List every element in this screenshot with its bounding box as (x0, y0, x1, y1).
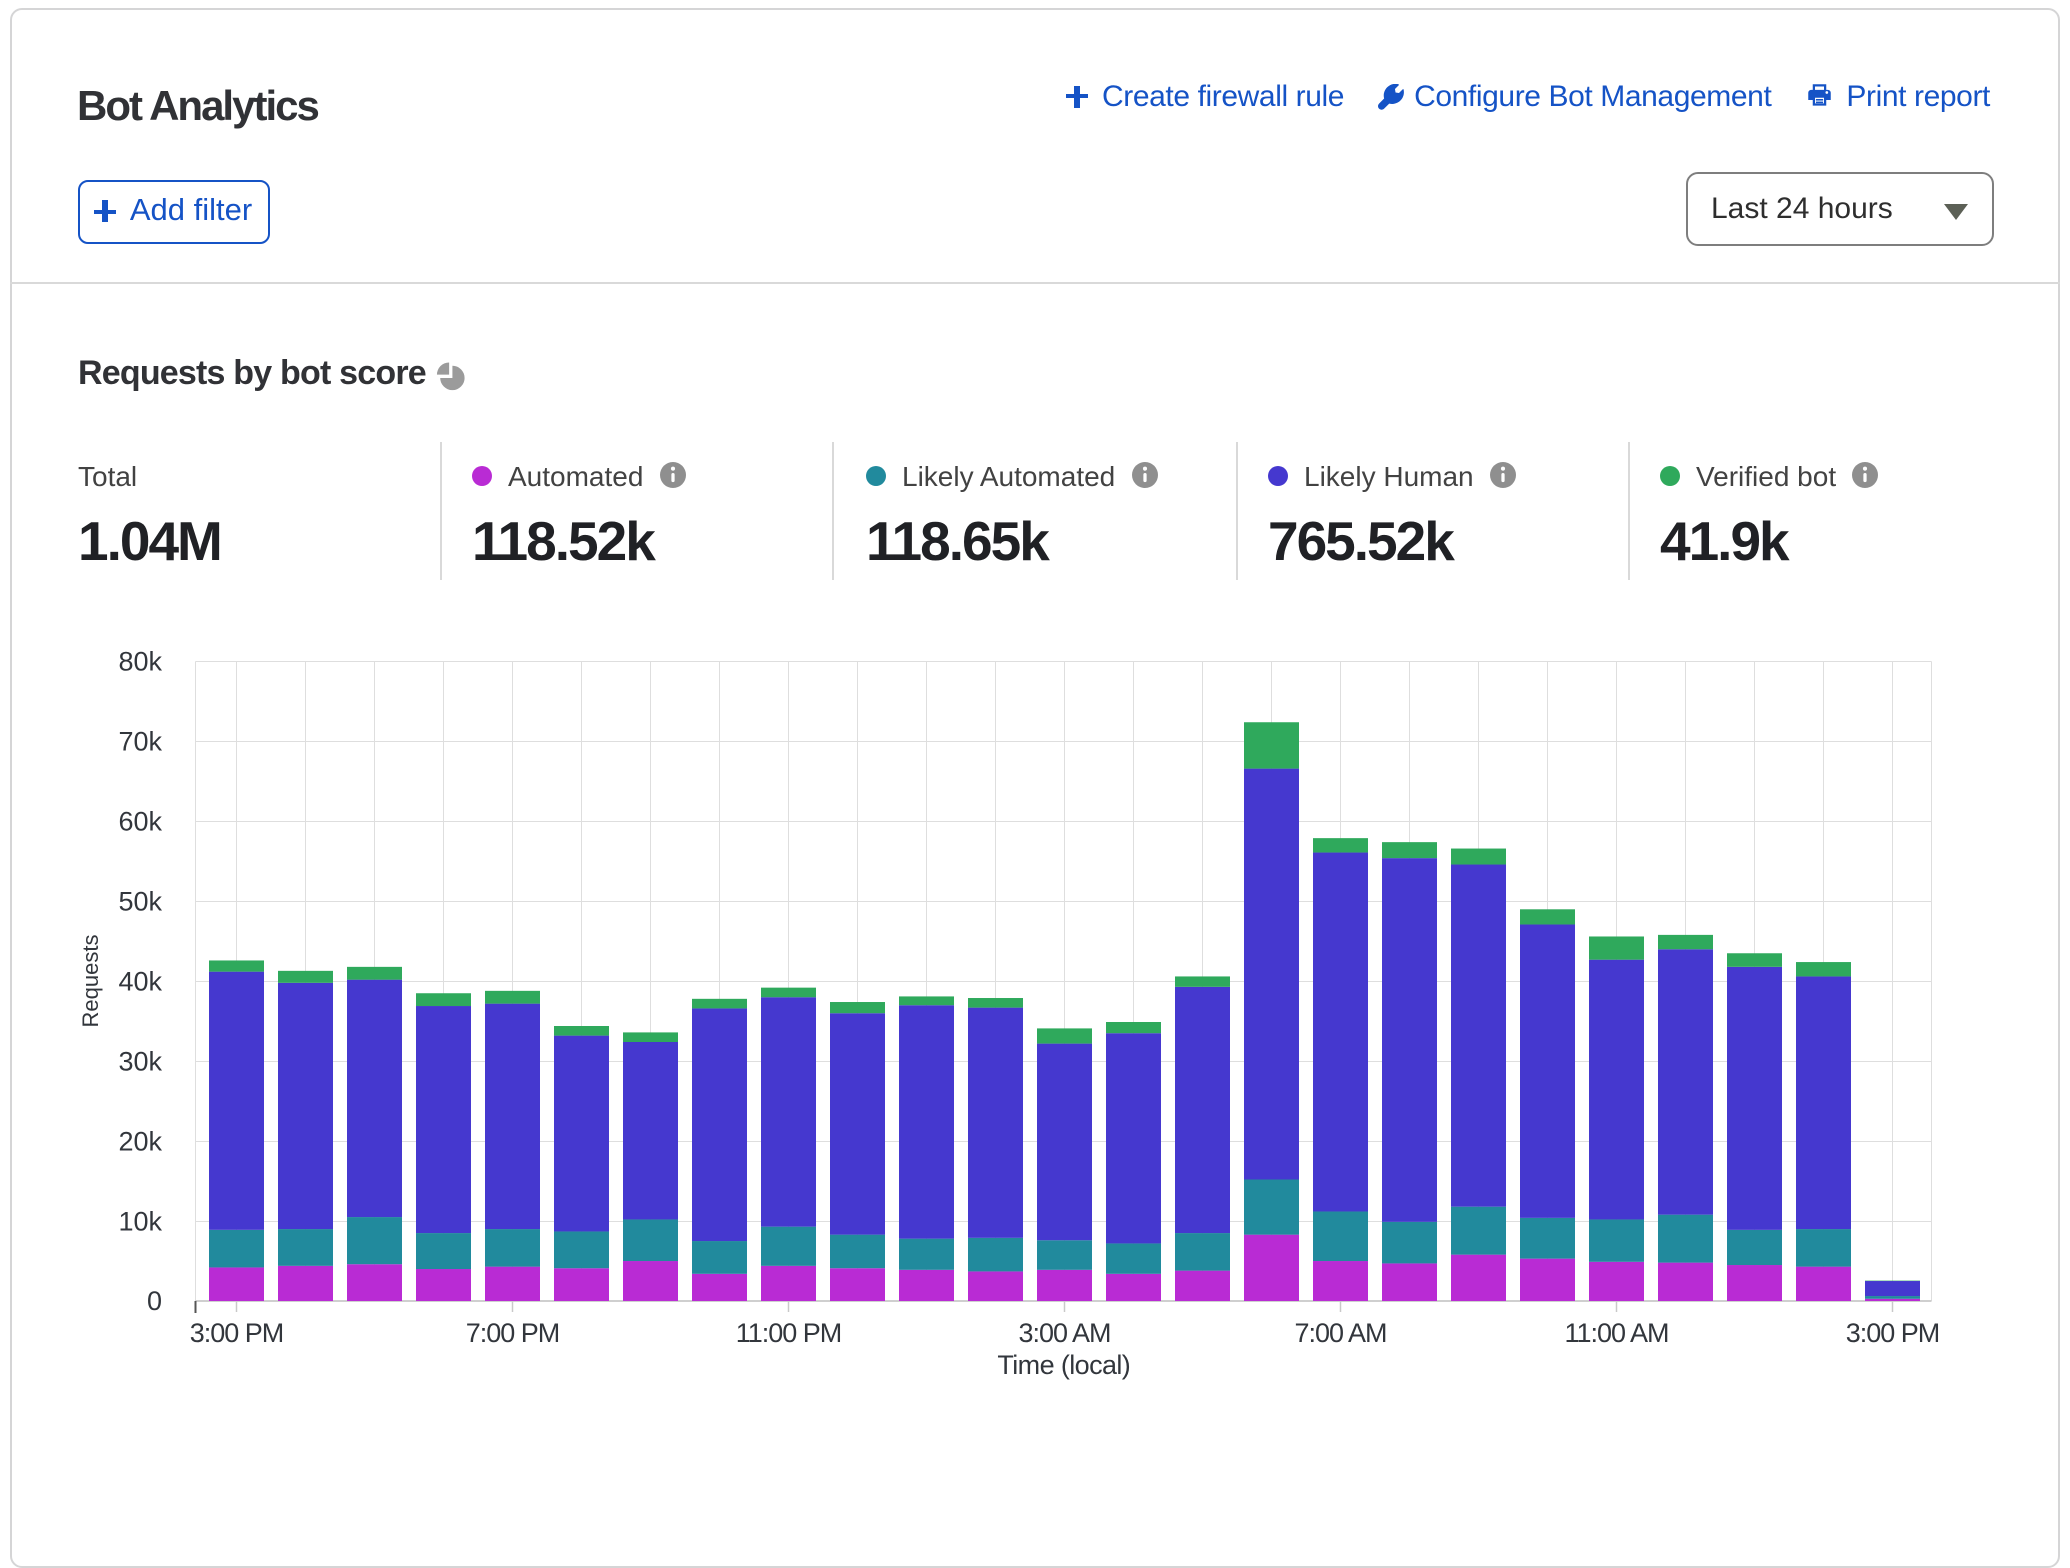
svg-text:0: 0 (147, 1286, 162, 1316)
svg-text:10k: 10k (118, 1206, 162, 1236)
svg-text:30k: 30k (118, 1046, 162, 1076)
svg-text:Time (local): Time (local) (997, 1350, 1130, 1380)
svg-text:Requests: Requests (78, 935, 103, 1028)
svg-text:80k: 80k (118, 647, 162, 677)
svg-text:50k: 50k (118, 887, 162, 917)
svg-text:7:00 AM: 7:00 AM (1294, 1318, 1386, 1348)
svg-text:3:00 PM: 3:00 PM (190, 1318, 284, 1348)
svg-text:11:00 PM: 11:00 PM (736, 1318, 842, 1348)
svg-text:60k: 60k (118, 807, 162, 837)
svg-text:70k: 70k (118, 727, 162, 757)
svg-text:3:00 AM: 3:00 AM (1018, 1318, 1110, 1348)
svg-text:20k: 20k (118, 1126, 162, 1156)
svg-text:3:00 PM: 3:00 PM (1846, 1318, 1940, 1348)
svg-text:40k: 40k (118, 966, 162, 996)
svg-text:7:00 PM: 7:00 PM (466, 1318, 560, 1348)
svg-text:11:00 AM: 11:00 AM (1564, 1318, 1668, 1348)
